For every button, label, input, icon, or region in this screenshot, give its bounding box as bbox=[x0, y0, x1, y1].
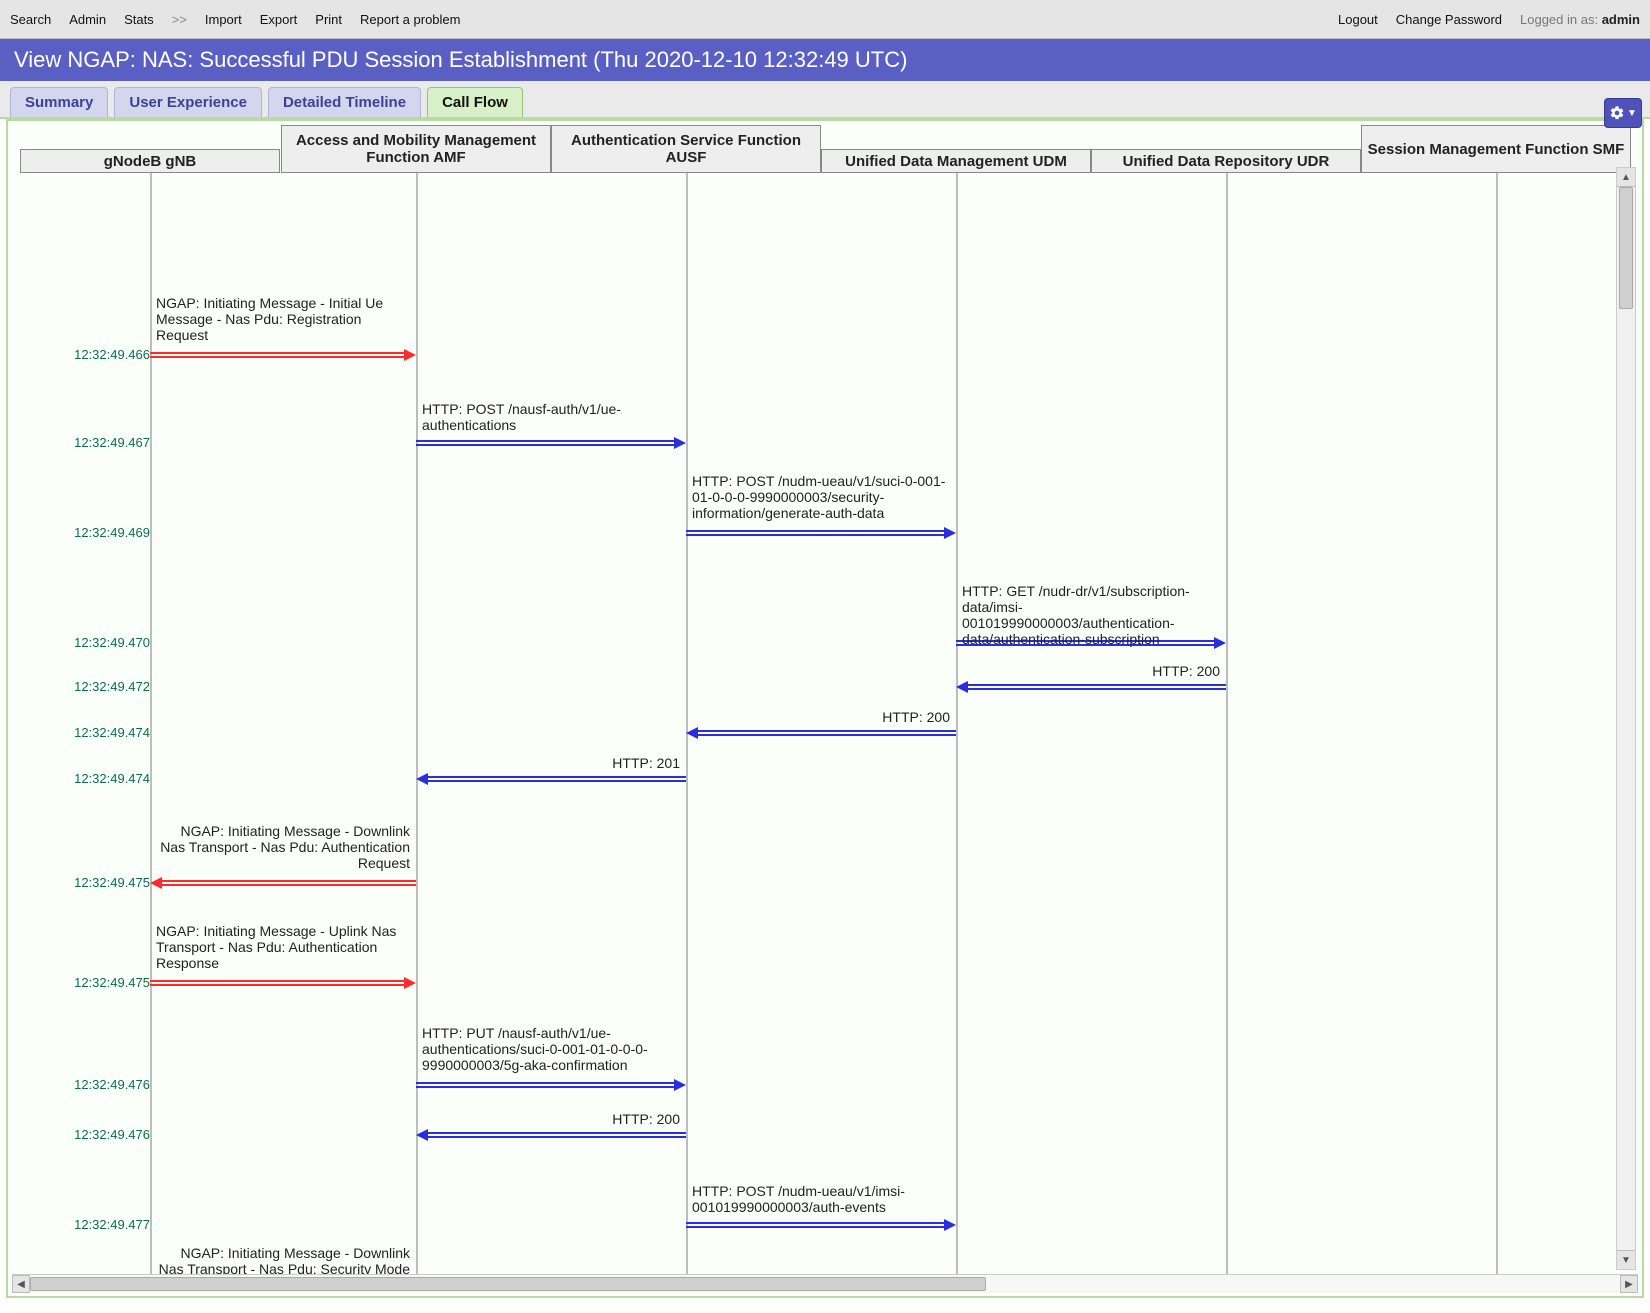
lifeline-header-udm[interactable]: Unified Data Management UDM bbox=[821, 149, 1091, 173]
timestamp: 12:32:49.470 bbox=[30, 635, 150, 650]
timestamp: 12:32:49.467 bbox=[30, 435, 150, 450]
lifeline-gnb bbox=[150, 173, 152, 1274]
message-arrow[interactable] bbox=[686, 730, 956, 736]
tab-call-flow[interactable]: Call Flow bbox=[427, 87, 523, 117]
lifeline-ausf bbox=[686, 173, 688, 1274]
timestamp: 12:32:49.474 bbox=[30, 771, 150, 786]
top-menu: Search Admin Stats >> Import Export Prin… bbox=[0, 0, 1650, 39]
message-label: NGAP: Initiating Message - Initial Ue Me… bbox=[156, 295, 410, 343]
message-label: NGAP: Initiating Message - Downlink Nas … bbox=[156, 1245, 410, 1274]
gear-icon bbox=[1609, 105, 1625, 121]
sequence-diagram: gNodeB gNBAccess and Mobility Management… bbox=[12, 125, 1638, 1274]
menu-left: Search Admin Stats >> Import Export Prin… bbox=[10, 12, 460, 27]
lifeline-header-ausf[interactable]: Authentication Service Function AUSF bbox=[551, 125, 821, 173]
menu-change-password[interactable]: Change Password bbox=[1396, 12, 1502, 27]
scroll-down-arrow[interactable]: ▼ bbox=[1617, 1250, 1635, 1269]
message-label: HTTP: POST /nudm-ueau/v1/suci-0-001-01-0… bbox=[692, 473, 950, 521]
timestamp: 12:32:49.472 bbox=[30, 679, 150, 694]
scroll-track-vertical[interactable] bbox=[1617, 187, 1635, 1250]
lifeline-udr bbox=[1226, 173, 1228, 1274]
message-arrow[interactable] bbox=[416, 1082, 686, 1088]
message-arrow[interactable] bbox=[416, 440, 686, 446]
scroll-track-horizontal[interactable] bbox=[30, 1275, 1620, 1293]
menu-export[interactable]: Export bbox=[260, 12, 298, 27]
lifeline-amf bbox=[416, 173, 418, 1274]
horizontal-scrollbar[interactable]: ◀ ▶ bbox=[12, 1274, 1638, 1293]
call-flow-panel: gNodeB gNBAccess and Mobility Management… bbox=[6, 119, 1644, 1298]
message-arrow[interactable] bbox=[150, 980, 416, 986]
message-arrow[interactable] bbox=[416, 1132, 686, 1138]
timestamp: 12:32:49.476 bbox=[30, 1077, 150, 1092]
message-label: HTTP: 200 bbox=[692, 709, 950, 725]
timestamp: 12:32:49.476 bbox=[30, 1127, 150, 1142]
tab-detailed-timeline[interactable]: Detailed Timeline bbox=[268, 87, 421, 117]
diagram-viewport: gNodeB gNBAccess and Mobility Management… bbox=[12, 125, 1638, 1274]
message-arrow[interactable] bbox=[956, 684, 1226, 690]
scroll-left-arrow[interactable]: ◀ bbox=[12, 1275, 30, 1293]
menu-print[interactable]: Print bbox=[315, 12, 342, 27]
lifeline-header-smf[interactable]: Session Management Function SMF bbox=[1361, 125, 1631, 173]
scroll-up-arrow[interactable]: ▲ bbox=[1617, 168, 1635, 187]
message-label: HTTP: 201 bbox=[422, 755, 680, 771]
message-label: HTTP: GET /nudr-dr/v1/subscription-data/… bbox=[962, 583, 1220, 647]
page-title: View NGAP: NAS: Successful PDU Session E… bbox=[0, 39, 1650, 81]
message-label: HTTP: POST /nudm-ueau/v1/imsi-0010199900… bbox=[692, 1183, 950, 1215]
message-arrow[interactable] bbox=[150, 880, 416, 886]
tab-summary[interactable]: Summary bbox=[10, 87, 108, 117]
timestamp: 12:32:49.477 bbox=[30, 1217, 150, 1232]
menu-stats[interactable]: Stats bbox=[124, 12, 154, 27]
tab-user-experience[interactable]: User Experience bbox=[114, 87, 262, 117]
message-label: HTTP: 200 bbox=[422, 1111, 680, 1127]
menu-admin[interactable]: Admin bbox=[69, 12, 106, 27]
settings-button[interactable]: ▼ bbox=[1604, 98, 1642, 128]
menu-right: Logout Change Password Logged in as: adm… bbox=[1338, 12, 1640, 27]
menu-report[interactable]: Report a problem bbox=[360, 12, 460, 27]
logged-in-user: admin bbox=[1602, 12, 1640, 27]
menu-separator: >> bbox=[172, 12, 187, 27]
message-arrow[interactable] bbox=[686, 530, 956, 536]
message-label: HTTP: PUT /nausf-auth/v1/ue-authenticati… bbox=[422, 1025, 680, 1073]
scroll-thumb-vertical[interactable] bbox=[1619, 187, 1633, 309]
message-arrow[interactable] bbox=[150, 352, 416, 358]
vertical-scrollbar[interactable]: ▲ ▼ bbox=[1616, 167, 1636, 1270]
logged-in-prefix: Logged in as: bbox=[1520, 12, 1602, 27]
message-arrow[interactable] bbox=[416, 776, 686, 782]
menu-logout[interactable]: Logout bbox=[1338, 12, 1378, 27]
lifeline-header-amf[interactable]: Access and Mobility Management Function … bbox=[281, 125, 551, 173]
tabs: Summary User Experience Detailed Timelin… bbox=[0, 81, 1650, 119]
scroll-thumb-horizontal[interactable] bbox=[30, 1277, 986, 1291]
timestamp: 12:32:49.469 bbox=[30, 525, 150, 540]
message-label: HTTP: 200 bbox=[962, 663, 1220, 679]
lifeline-header-gnb[interactable]: gNodeB gNB bbox=[20, 149, 280, 173]
menu-import[interactable]: Import bbox=[205, 12, 242, 27]
lifeline-header-udr[interactable]: Unified Data Repository UDR bbox=[1091, 149, 1361, 173]
timestamp: 12:32:49.475 bbox=[30, 975, 150, 990]
timestamp: 12:32:49.475 bbox=[30, 875, 150, 890]
chevron-down-icon: ▼ bbox=[1627, 108, 1637, 119]
lifeline-smf bbox=[1496, 173, 1498, 1274]
logged-in-as: Logged in as: admin bbox=[1520, 12, 1640, 27]
scroll-right-arrow[interactable]: ▶ bbox=[1620, 1275, 1638, 1293]
timestamp: 12:32:49.466 bbox=[30, 347, 150, 362]
message-arrow[interactable] bbox=[686, 1222, 956, 1228]
menu-search[interactable]: Search bbox=[10, 12, 51, 27]
lifeline-udm bbox=[956, 173, 958, 1274]
message-label: HTTP: POST /nausf-auth/v1/ue-authenticat… bbox=[422, 401, 680, 433]
message-label: NGAP: Initiating Message - Uplink Nas Tr… bbox=[156, 923, 410, 971]
timestamp: 12:32:49.474 bbox=[30, 725, 150, 740]
message-label: NGAP: Initiating Message - Downlink Nas … bbox=[156, 823, 410, 871]
